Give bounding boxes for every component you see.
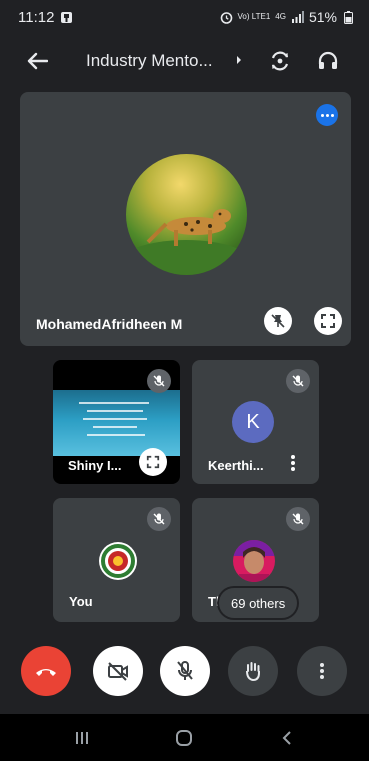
signal-icon (291, 11, 304, 24)
more-vert-icon[interactable] (297, 646, 347, 696)
participant-tile[interactable]: Thir 69 others (192, 498, 319, 622)
network-label: Vo) LTE1 (237, 12, 271, 21)
system-nav-bar (0, 714, 369, 761)
headphones-icon[interactable] (314, 47, 342, 75)
switch-camera-icon[interactable] (266, 47, 294, 75)
participant-name: Keerthi... (208, 458, 264, 473)
others-count-badge[interactable]: 69 others (219, 588, 298, 618)
participant-tile[interactable]: You (53, 498, 180, 622)
participant-name: You (69, 594, 93, 609)
main-participant-tile[interactable]: MohamedAfridheen M (20, 92, 351, 346)
status-right: Vo) LTE1 4G 51% (220, 9, 355, 25)
fullscreen-icon[interactable] (139, 448, 167, 476)
network-type: 4G (275, 12, 286, 21)
screen-share-preview (53, 390, 180, 456)
hang-up-icon[interactable] (21, 646, 71, 696)
status-left: 11:12 (18, 9, 73, 26)
more-options-icon[interactable] (316, 104, 338, 126)
mic-off-icon[interactable] (160, 646, 210, 696)
recent-apps-icon[interactable] (67, 724, 97, 752)
avatar (99, 542, 137, 580)
app-header: Industry Mento... (0, 34, 369, 88)
notification-icon (60, 11, 73, 24)
participant-avatar (126, 154, 247, 275)
avatar: K (232, 401, 274, 443)
raise-hand-icon[interactable] (228, 646, 278, 696)
mic-off-icon (147, 369, 171, 393)
home-icon[interactable] (169, 724, 199, 752)
mic-off-icon (147, 507, 171, 531)
back-icon[interactable] (272, 724, 302, 752)
participant-tile[interactable]: K Keerthi... (192, 360, 319, 484)
chevron-right-icon[interactable] (234, 53, 244, 67)
mic-off-icon (286, 507, 310, 531)
meeting-title[interactable]: Industry Mento... (86, 51, 213, 71)
more-vert-icon[interactable] (287, 453, 299, 473)
status-bar: 11:12 Vo) LTE1 4G 51% (0, 0, 369, 34)
fullscreen-icon[interactable] (314, 307, 342, 335)
participant-tile[interactable]: Shiny I... (53, 360, 180, 484)
call-controls (0, 646, 369, 696)
avatar (233, 540, 275, 582)
status-time: 11:12 (18, 8, 55, 26)
pin-off-icon[interactable] (264, 307, 292, 335)
battery-icon (342, 10, 355, 24)
camera-off-icon[interactable] (93, 646, 143, 696)
alarm-icon (220, 11, 233, 24)
battery-percent: 51% (308, 9, 337, 25)
mic-off-icon (286, 369, 310, 393)
back-arrow-icon[interactable] (24, 50, 50, 72)
main-participant-name: MohamedAfridheen M (36, 316, 183, 332)
participant-name: Shiny I... (68, 458, 122, 473)
